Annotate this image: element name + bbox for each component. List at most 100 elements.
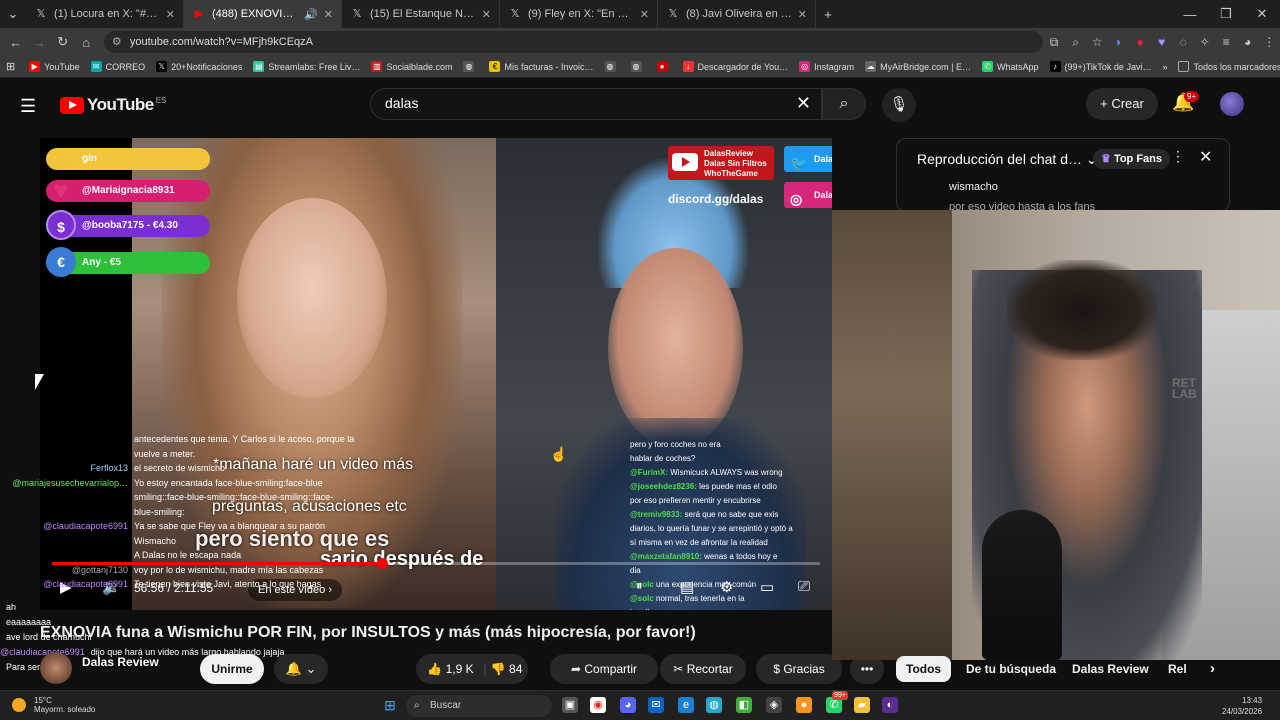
close-tab-icon[interactable]: ✕ (324, 8, 333, 21)
bookmark-item[interactable]: ◎ Instagram (799, 61, 854, 72)
top-fans-badge[interactable]: ♛ Top Fans (1093, 149, 1171, 169)
maximize-icon[interactable]: ❐ (1208, 6, 1244, 22)
more-bookmarks-icon[interactable]: » (1162, 62, 1167, 72)
bookmark-item[interactable]: ▶ YouTube (29, 61, 80, 72)
bookmark-item[interactable]: ♪ (99+)TikTok de Javi… (1049, 61, 1151, 72)
forward-icon[interactable]: → (27, 35, 50, 50)
bookmark-star-icon[interactable]: ☆ (1086, 35, 1108, 49)
search-input[interactable] (385, 95, 765, 111)
browser-tab-active[interactable]: ▶ (488) EXNOVIA funa a Wism… 🔊 ✕ (184, 0, 342, 28)
network-app-icon[interactable]: ◍ (706, 697, 722, 713)
bookmark-item[interactable]: ● (656, 61, 672, 72)
extension-icon[interactable]: ● (1129, 35, 1151, 49)
profile-icon[interactable]: ◕ (1237, 35, 1259, 49)
bookmark-item[interactable]: € Mis facturas - Invoic… (489, 61, 594, 72)
subscription-bell-button[interactable]: 🔔 ⌄ (274, 654, 328, 684)
chip-channel[interactable]: Dalas Review (1062, 656, 1159, 682)
menu-kebab-icon[interactable]: ⋮ (1258, 35, 1280, 49)
close-tab-icon[interactable]: ✕ (798, 8, 807, 21)
back-icon[interactable]: ← (4, 35, 27, 50)
bookmark-item[interactable]: ▥ Socialblade.com (371, 61, 452, 72)
close-window-icon[interactable]: ✕ (1244, 6, 1280, 22)
chrome-icon[interactable]: ◉ (590, 697, 606, 713)
url-field[interactable]: ⚙ youtube.com/watch?v=MFjh9kCEqzA (103, 31, 1044, 53)
channel-name[interactable]: Dalas Review (82, 655, 159, 669)
clear-search-icon[interactable]: ✕ (796, 93, 811, 114)
voice-search-icon[interactable]: 🎙 (882, 88, 916, 122)
close-chat-icon[interactable]: ✕ (1199, 147, 1212, 167)
taskbar-clock[interactable]: 13:43 24/03/2026 (1222, 695, 1262, 717)
chat-menu-kebab-icon[interactable]: ⋮ (1171, 148, 1185, 165)
app-icon[interactable]: ◈ (766, 697, 782, 713)
bookmark-item[interactable]: ◍ (604, 61, 620, 72)
bookmark-item[interactable]: ◍ (463, 61, 478, 72)
extension-icon[interactable]: ♥ (1151, 35, 1173, 49)
join-button[interactable]: Unirme (200, 654, 264, 684)
zoom-icon[interactable]: ⌕ (1065, 35, 1087, 50)
browser-tab[interactable]: 𝕏 (1) Locura en X: "#CárcelGemel… ✕ (26, 0, 184, 28)
like-button[interactable]: 👍 1,9 K (417, 654, 483, 684)
browser-tab[interactable]: 𝕏 (8) Javi Oliveira en X: "Una ex p… ✕ (658, 0, 816, 28)
bookmark-item[interactable]: ↓ Descargador de You… (682, 61, 788, 72)
theater-mode-icon[interactable]: ▭ (760, 578, 774, 596)
close-tab-icon[interactable]: ✕ (482, 8, 491, 21)
tab-search-icon[interactable]: ⌄ (0, 6, 26, 22)
bookmark-item[interactable]: 𝕏 20+Notificaciones (156, 61, 242, 72)
extension-icon[interactable]: ◗ (1108, 35, 1130, 49)
extensions-puzzle-icon[interactable]: ✧ (1194, 35, 1216, 49)
browser-tab[interactable]: 𝕏 (9) Fley en X: "En algunos afirm… ✕ (500, 0, 658, 28)
bookmark-item[interactable]: ▤ Streamlabs: Free Liv… (253, 61, 360, 72)
settings-gear-icon[interactable]: ⚙ (720, 578, 733, 596)
search-box[interactable]: ✕ (370, 88, 822, 120)
home-icon[interactable]: ⌂ (74, 35, 97, 50)
new-tab-icon[interactable]: + (816, 7, 840, 22)
reload-icon[interactable]: ↻ (51, 34, 74, 50)
youtube-logo[interactable]: YouTube ES (60, 95, 166, 115)
apps-grid-icon[interactable]: ⊞ (6, 60, 15, 73)
channel-avatar[interactable] (40, 652, 72, 684)
search-button[interactable]: ⌕ (822, 88, 866, 120)
install-icon[interactable]: ⧉ (1043, 35, 1065, 50)
close-tab-icon[interactable]: ✕ (640, 8, 649, 21)
bookmark-item[interactable]: ✆ WhatsApp (981, 61, 1039, 72)
share-button[interactable]: ➦ Compartir (550, 654, 658, 684)
bookmark-item[interactable]: ☁ MyAirBridge.com | E… (865, 61, 971, 72)
clip-button[interactable]: ✂ Recortar (660, 654, 746, 684)
task-view-icon[interactable]: ▣ (562, 697, 578, 713)
extension-icon[interactable]: ◌ (1172, 35, 1194, 49)
user-avatar[interactable] (1220, 92, 1244, 116)
weather-widget[interactable]: 15°C Mayorm. soleado (34, 696, 95, 714)
site-info-icon[interactable]: ⚙ (112, 31, 122, 53)
minimize-icon[interactable]: — (1172, 7, 1208, 22)
social-text: Dalasito (814, 190, 832, 200)
weather-icon[interactable] (12, 698, 26, 712)
chip-related[interactable]: Rel (1158, 656, 1197, 682)
chip-from-search[interactable]: De tu búsqueda (956, 656, 1066, 682)
file-explorer-icon[interactable]: ▰ (854, 697, 870, 713)
taskbar-search[interactable]: ⌕ Buscar (406, 695, 552, 717)
chip-all[interactable]: Todos (896, 656, 952, 682)
live-chat-header[interactable]: Reproducción del chat d… ⌄ (917, 151, 1098, 168)
cast-icon[interactable]: ⎚ (798, 578, 810, 595)
pause-autoplay-icon[interactable]: ⏸ (636, 578, 643, 594)
browser-tab[interactable]: 𝕏 (15) El Estanque News en X: ✕ (342, 0, 500, 28)
discord-icon[interactable]: ◕ (620, 697, 636, 713)
audio-icon[interactable]: 🔊 (304, 8, 318, 21)
thanks-button[interactable]: $ Gracias (756, 654, 842, 684)
dislike-button[interactable]: 👎 84 (487, 654, 527, 684)
close-tab-icon[interactable]: ✕ (166, 8, 175, 21)
mail-app-icon[interactable]: ✉ (648, 697, 664, 713)
create-button[interactable]: + Crear (1086, 88, 1158, 120)
all-bookmarks[interactable]: Todos los marcadores (1178, 61, 1280, 72)
app-icon[interactable]: ● (796, 697, 812, 713)
bookmark-item[interactable]: ✉ CORREO (90, 61, 145, 72)
edge-icon[interactable]: e (678, 697, 694, 713)
app-icon[interactable]: ◐ (882, 697, 898, 713)
windows-start-icon[interactable]: ⊞ (382, 697, 398, 713)
hamburger-menu-icon[interactable]: ☰ (20, 96, 36, 117)
reading-list-icon[interactable]: ≡ (1215, 35, 1237, 49)
chips-next-icon[interactable]: › (1200, 656, 1225, 682)
bookmark-item[interactable]: ◍ (630, 61, 646, 72)
app-icon[interactable]: ◧ (736, 697, 752, 713)
subtitles-icon[interactable]: ▤ (680, 578, 694, 596)
